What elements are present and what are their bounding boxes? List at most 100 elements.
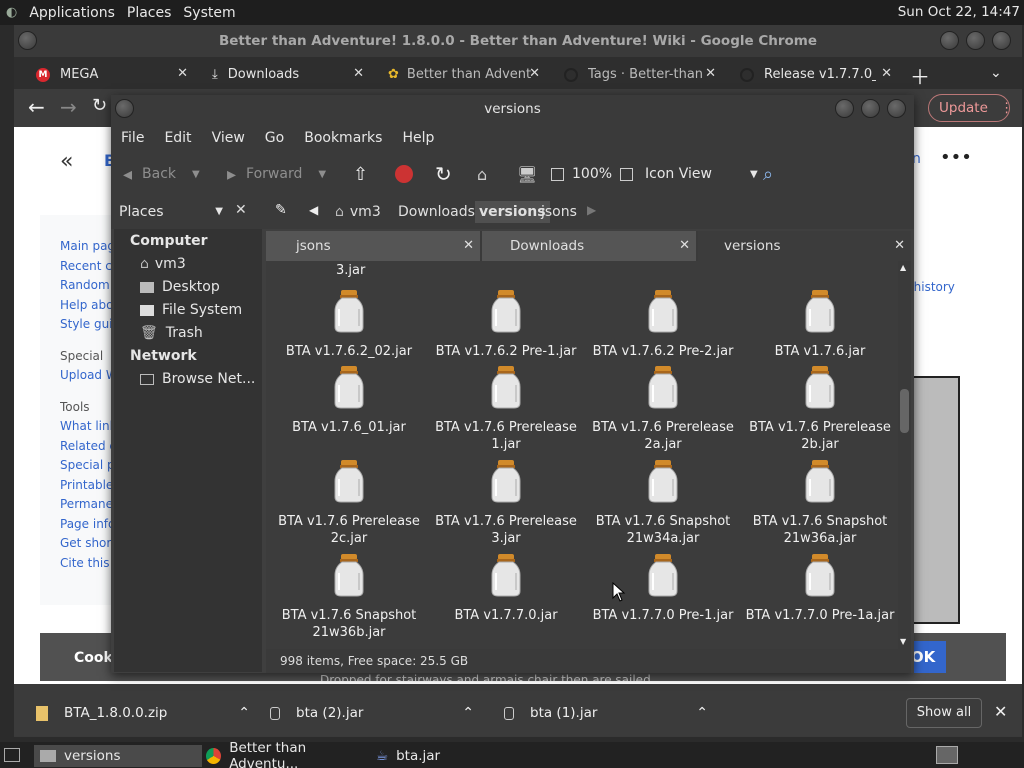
edit-location-icon[interactable]: ✎ — [275, 202, 287, 218]
close-icon[interactable]: ✕ — [529, 66, 540, 81]
show-all-button[interactable]: Show all — [906, 698, 982, 728]
fm-minimize-button[interactable] — [835, 99, 854, 118]
close-icon[interactable]: ✕ — [463, 231, 474, 261]
download-item[interactable]: BTA_1.8.0.0.zip ⌃ — [36, 690, 250, 736]
file-item[interactable]: BTA v1.7.6.2 Pre-2.jar — [585, 289, 741, 360]
menu-bookmarks[interactable]: Bookmarks — [294, 130, 392, 146]
menu-view[interactable]: View — [202, 130, 255, 146]
tab-search-button[interactable]: ⌄ — [990, 65, 1002, 81]
up-arrow-icon[interactable]: ⇧ — [353, 163, 368, 185]
sidebar-link[interactable]: Printable — [60, 476, 115, 496]
zoom-in-icon[interactable] — [620, 167, 634, 181]
file-item[interactable]: BTA v1.7.6.2_02.jar — [271, 289, 427, 360]
sidebar-item-file-system[interactable]: File System — [140, 300, 242, 320]
sidebar-item-vm3[interactable]: ⌂ vm3 — [140, 254, 186, 274]
zoom-out-icon[interactable] — [551, 167, 564, 181]
close-icon[interactable]: ✕ — [177, 66, 188, 81]
chevron-up-icon[interactable]: ⌃ — [462, 705, 474, 721]
chrome-window-menu-button[interactable] — [18, 31, 37, 50]
reload-icon[interactable]: ↻ — [435, 162, 452, 186]
tab-github-release[interactable]: Release v1.7.7.0_0 ✕ — [730, 60, 900, 89]
taskbar-item-chrome[interactable]: Better than Adventu... — [206, 740, 372, 768]
fm-tab-jsons[interactable]: jsons ✕ — [266, 231, 480, 261]
system-logo-icon[interactable]: ◐ — [0, 5, 23, 20]
close-icon[interactable]: ✕ — [994, 702, 1007, 721]
file-item[interactable]: BTA v1.7.6.jar — [742, 289, 898, 360]
file-item[interactable]: BTA v1.7.6 Prerelease 3.jar — [428, 459, 584, 547]
menu-edit[interactable]: Edit — [154, 130, 201, 146]
file-item[interactable]: BTA v1.7.6 Snapshot 21w36a.jar — [742, 459, 898, 547]
file-item[interactable]: BTA v1.7.6_01.jar — [271, 365, 427, 436]
download-item[interactable]: bta (2).jar ⌃ — [270, 690, 474, 736]
chrome-minimize-button[interactable] — [940, 31, 959, 50]
system-menu[interactable]: System — [177, 5, 241, 21]
breadcrumb-versions[interactable]: versions — [475, 201, 550, 223]
update-button[interactable]: Update ⋮ — [928, 94, 1013, 122]
back-button[interactable]: ◂ Back ▼ — [123, 163, 200, 185]
file-item[interactable]: BTA v1.7.7.0.jar — [428, 553, 584, 624]
breadcrumb-right-icon[interactable]: ▶ — [587, 203, 596, 217]
taskbar-item-bta[interactable]: ☕ bta.jar — [376, 745, 536, 767]
close-icon[interactable]: ✕ — [881, 66, 892, 81]
close-icon[interactable]: ✕ — [705, 66, 716, 81]
file-item[interactable]: BTA v1.7.6.2 Pre-1.jar — [428, 289, 584, 360]
new-tab-button[interactable]: ＋ — [910, 61, 930, 90]
scrollbar-thumb[interactable] — [900, 389, 909, 433]
chevron-up-icon[interactable]: ⌃ — [696, 705, 708, 721]
sidebar-item-browse-network[interactable]: Browse Net... — [140, 369, 255, 389]
sidebar-link[interactable]: Permane — [60, 495, 115, 515]
view-mode-select[interactable]: Icon View ▼ — [645, 163, 758, 185]
chevron-up-icon[interactable]: ⌃ — [238, 705, 250, 721]
sidebar-link[interactable]: Style guid — [60, 315, 115, 335]
forward-arrow-icon[interactable]: → — [60, 95, 77, 119]
collapse-sidebar-icon[interactable]: « — [60, 149, 73, 174]
dropdown-icon[interactable]: ▼ — [192, 169, 200, 180]
taskbar-item-versions[interactable]: versions — [34, 745, 202, 767]
sidebar-item-desktop[interactable]: Desktop — [140, 277, 220, 297]
file-item[interactable]: BTA v1.7.6 Prerelease 1.jar — [428, 365, 584, 453]
sidebar-link[interactable]: What link — [60, 417, 115, 437]
breadcrumb-vm3[interactable]: ⌂ vm3 — [335, 201, 381, 223]
places-menu[interactable]: Places — [121, 5, 178, 21]
fm-tab-versions[interactable]: versions ✕ — [698, 231, 911, 261]
close-icon[interactable]: ✕ — [679, 231, 690, 261]
clock[interactable]: Sun Oct 22, 14:47 — [898, 4, 1020, 20]
breadcrumb-jsons[interactable]: jsons — [541, 201, 577, 223]
sidebar-item-trash[interactable]: 🗑 Trash — [140, 323, 203, 343]
forward-button[interactable]: ▸ Forward ▼ — [227, 163, 326, 185]
fm-tab-downloads[interactable]: Downloads ✕ — [482, 231, 696, 261]
zoom-control[interactable]: 100% — [551, 163, 634, 185]
file-item[interactable]: BTA v1.7.6 Snapshot 21w34a.jar — [585, 459, 741, 547]
menu-go[interactable]: Go — [255, 130, 294, 146]
menu-file[interactable]: File — [111, 130, 154, 146]
vertical-scrollbar[interactable]: ▲ ▼ — [898, 261, 911, 649]
partial-file-label[interactable]: 3.jar — [336, 263, 365, 278]
computer-icon[interactable]: 🖥 — [517, 163, 537, 185]
fm-window-menu-button[interactable] — [115, 99, 134, 118]
sidebar-link[interactable]: Get short — [60, 534, 115, 554]
tab-github-tags[interactable]: Tags · Better-than- ✕ — [554, 60, 724, 89]
tab-downloads[interactable]: ⤓ Downloads ✕ — [202, 60, 372, 89]
reload-icon[interactable]: ↻ — [92, 95, 107, 116]
sidebar-link[interactable]: Recent ch — [60, 257, 115, 277]
file-item[interactable]: BTA v1.7.6 Prerelease 2c.jar — [271, 459, 427, 547]
close-icon[interactable]: ✕ — [353, 66, 364, 81]
chrome-close-button[interactable] — [992, 31, 1011, 50]
stop-icon[interactable] — [395, 165, 413, 183]
sidebar-link[interactable]: Special pa — [60, 456, 115, 476]
sidebar-link[interactable]: Upload W — [60, 366, 115, 386]
file-item[interactable]: BTA v1.7.6 Snapshot 21w36b.jar — [271, 553, 427, 641]
sidebar-link[interactable]: Main page — [60, 237, 115, 257]
sidebar-link[interactable]: Cite this p — [60, 554, 115, 574]
file-item[interactable]: BTA v1.7.6 Prerelease 2b.jar — [742, 365, 898, 453]
applications-menu[interactable]: Applications — [23, 5, 121, 21]
sidebar-link[interactable]: Random — [60, 276, 115, 296]
file-item[interactable]: BTA v1.7.7.0 Pre-1.jar — [585, 553, 741, 624]
download-item[interactable]: bta (1).jar ⌃ — [504, 690, 708, 736]
breadcrumb-left-icon[interactable]: ◀ — [309, 203, 318, 217]
workspace-switcher-icon[interactable] — [936, 746, 958, 764]
fm-close-button[interactable] — [887, 99, 906, 118]
sidebar-link[interactable]: Help abou — [60, 296, 115, 316]
tab-better-than-adventure[interactable]: ✿ Better than Advent ✕ — [378, 60, 548, 89]
dropdown-icon[interactable]: ▼ — [318, 169, 326, 180]
